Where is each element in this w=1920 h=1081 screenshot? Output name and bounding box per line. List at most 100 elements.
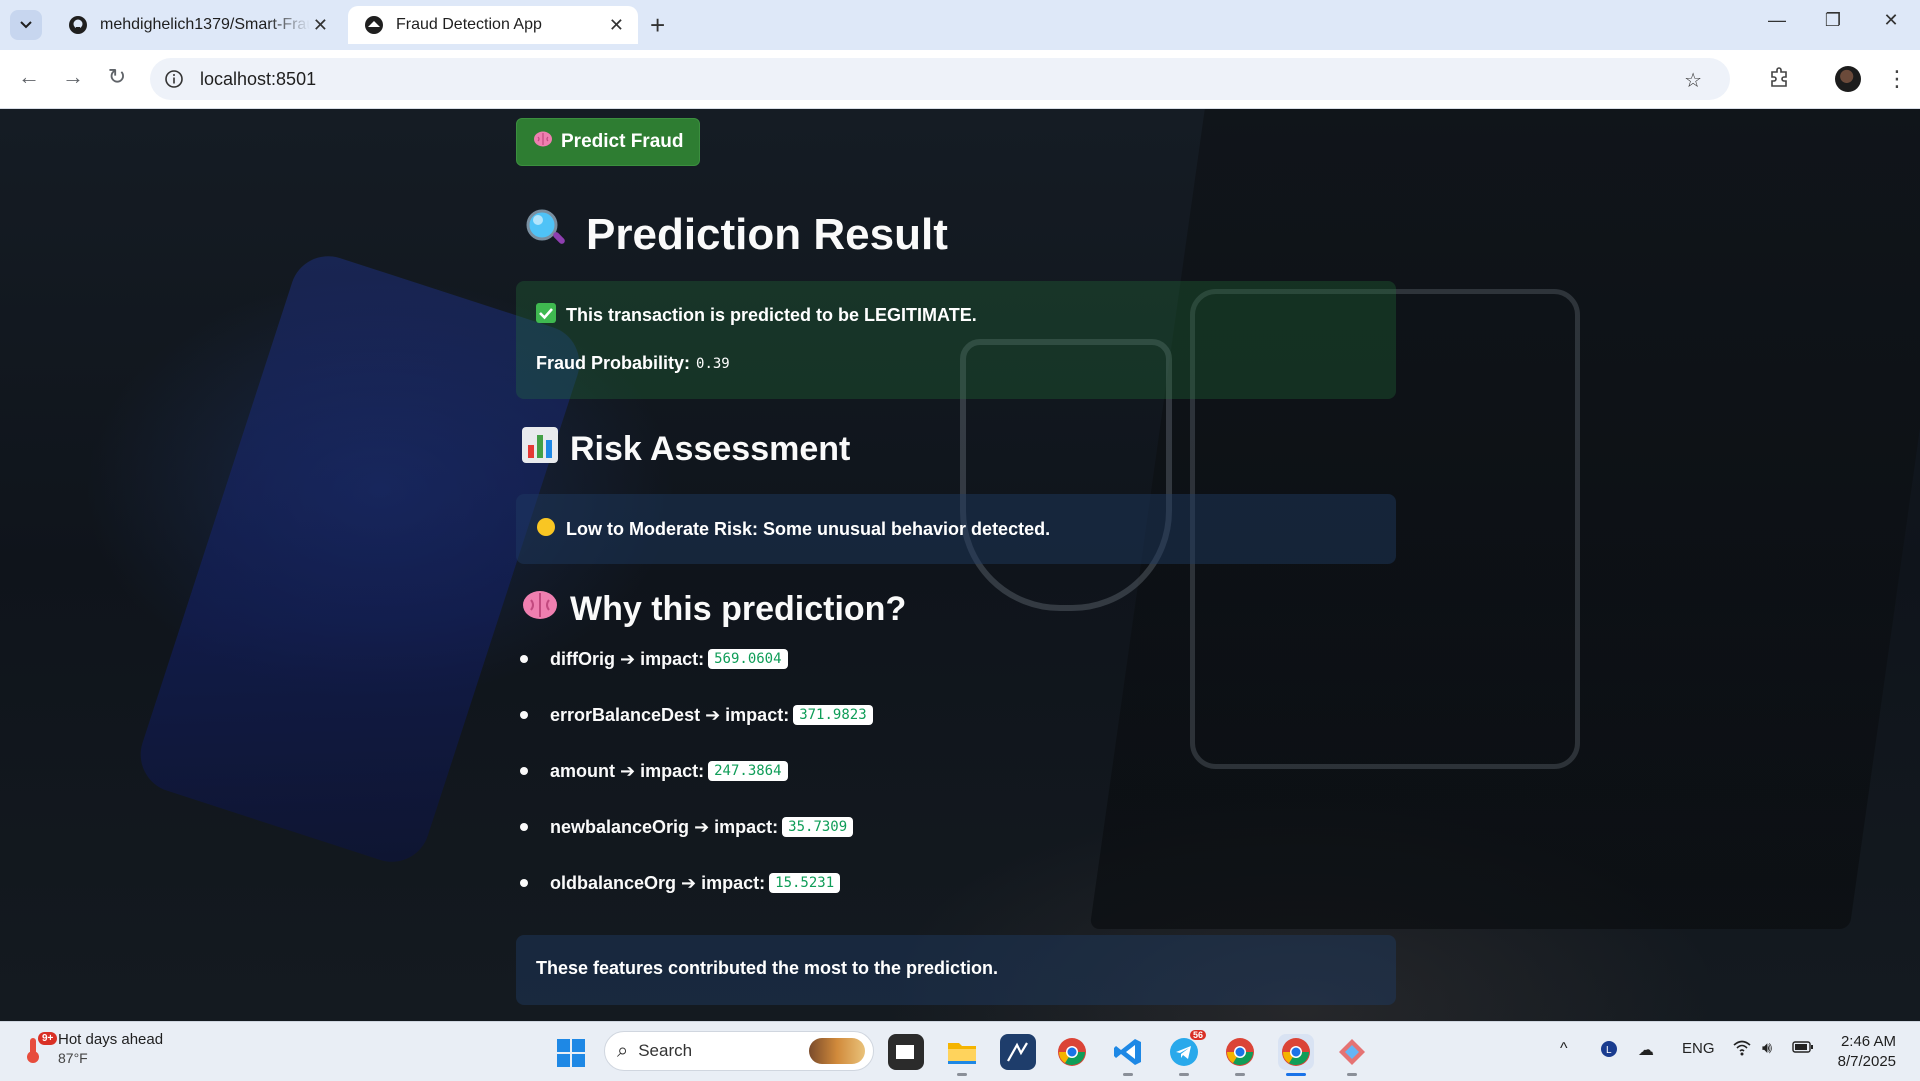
- svg-text:L: L: [1606, 1045, 1612, 1056]
- success-alert: This transaction is predicted to be LEGI…: [516, 281, 1396, 399]
- bullet-dot: [520, 879, 528, 887]
- predict-fraud-button[interactable]: Predict Fraud: [516, 118, 701, 166]
- volume-icon[interactable]: 🔊︎: [1762, 1040, 1772, 1058]
- feature-name: newbalanceOrig: [550, 816, 690, 837]
- search-icon: ⌕: [617, 1039, 629, 1062]
- thermometer-icon: 9+: [22, 1032, 58, 1064]
- feature-impact-label: ➔ impact:: [705, 704, 790, 725]
- vscode-icon[interactable]: [1110, 1034, 1146, 1076]
- site-info-icon[interactable]: [164, 69, 184, 89]
- new-tab-plus-icon[interactable]: +: [650, 10, 665, 40]
- prediction-result-text: Prediction Result: [586, 209, 948, 259]
- risk-message-row: Low to Moderate Risk: Some unusual behav…: [536, 517, 1050, 542]
- why-prediction-text: Why this prediction?: [570, 590, 907, 628]
- sql-tool-icon[interactable]: [1000, 1034, 1036, 1070]
- bullet-dot: [520, 655, 528, 663]
- notification-badge: 9+: [38, 1032, 58, 1045]
- forward-arrow-icon[interactable]: →: [58, 64, 88, 90]
- why-prediction-heading: Why this prediction?: [522, 589, 906, 630]
- list-item: newbalanceOrig ➔ impact: 35.7309: [520, 812, 854, 842]
- feature-name: oldbalanceOrg: [550, 872, 677, 893]
- list-item: diffOrig ➔ impact: 569.0604: [520, 644, 788, 674]
- system-clock[interactable]: 2:46 AM 8/7/2025: [1826, 1032, 1896, 1072]
- fraud-probability-row: Fraud Probability: 0.39: [536, 353, 730, 374]
- footer-info-alert: These features contributed the most to t…: [516, 935, 1396, 1005]
- restore-icon[interactable]: ❐: [1818, 10, 1848, 31]
- footer-message: These features contributed the most to t…: [536, 958, 999, 978]
- weather-widget[interactable]: 9+ Hot days ahead 87°F: [22, 1030, 163, 1068]
- bar-chart-icon: [522, 427, 558, 472]
- magnifying-glass-icon: [524, 207, 568, 262]
- bullet-dot: [520, 711, 528, 719]
- chrome-active-icon[interactable]: [1278, 1034, 1314, 1076]
- risk-info-alert: Low to Moderate Risk: Some unusual behav…: [516, 494, 1396, 564]
- tab-github[interactable]: mehdighelich1379/Smart-Fraud-Detection ✕: [52, 6, 342, 44]
- success-message-row: This transaction is predicted to be LEGI…: [536, 303, 977, 328]
- prediction-result-heading: Prediction Result: [524, 207, 948, 262]
- check-mark-icon: [536, 303, 556, 328]
- app-tray-icon[interactable]: L: [1600, 1040, 1618, 1063]
- browser-menu-icon[interactable]: ⋮: [1886, 66, 1908, 92]
- bullet-dot: [520, 823, 528, 831]
- search-label: Search: [638, 1041, 693, 1060]
- brain-icon: [522, 589, 558, 630]
- feature-impact-value: 371.9823: [793, 705, 873, 725]
- risk-assessment-heading: Risk Assessment: [522, 427, 850, 472]
- feature-impact-value: 247.3864: [708, 761, 788, 781]
- minimize-icon[interactable]: —: [1762, 10, 1792, 31]
- bookmark-star-icon[interactable]: ☆: [1684, 68, 1702, 93]
- browser-toolbar: ← → ↻ localhost:8501 ☆ ⋮: [0, 50, 1920, 109]
- reload-icon[interactable]: ↻: [102, 64, 132, 90]
- footer-message-row: These features contributed the most to t…: [536, 958, 998, 979]
- yellow-circle-icon: [536, 517, 556, 542]
- brain-icon: [533, 130, 553, 154]
- bullet-dot: [520, 767, 528, 775]
- telegram-badge: 56: [1189, 1030, 1206, 1040]
- url-text: localhost:8501: [200, 68, 317, 89]
- windows-start-icon[interactable]: [556, 1038, 586, 1068]
- file-explorer-icon[interactable]: [944, 1034, 980, 1076]
- feature-impact-value: 35.7309: [782, 817, 854, 837]
- weather-temp: 87°F: [58, 1050, 88, 1066]
- tab-title: Fraud Detection App: [396, 16, 542, 33]
- clock-date: 8/7/2025: [1837, 1053, 1896, 1070]
- risk-assessment-text: Risk Assessment: [570, 430, 851, 468]
- search-highlight-image: [809, 1038, 865, 1064]
- feature-name: amount: [550, 760, 615, 781]
- battery-icon[interactable]: [1792, 1040, 1814, 1059]
- feature-impact-label: ➔ impact:: [694, 816, 779, 837]
- feature-impact-label: ➔ impact:: [681, 872, 766, 893]
- chrome-profile-icon[interactable]: [1222, 1034, 1258, 1076]
- windows-taskbar: 9+ Hot days ahead 87°F ⌕ Search 56 ^ L ☁…: [0, 1021, 1920, 1081]
- close-window-icon[interactable]: ✕: [1876, 10, 1906, 31]
- tab-search-chevron-icon[interactable]: [10, 10, 42, 40]
- app-page: Predict Fraud Prediction Result This tra…: [0, 109, 1920, 1021]
- list-item: oldbalanceOrg ➔ impact: 15.5231: [520, 868, 841, 898]
- fraud-probability-value: 0.39: [696, 355, 730, 372]
- gemini-app-icon[interactable]: [1334, 1034, 1370, 1076]
- task-view-icon[interactable]: [888, 1034, 924, 1070]
- feature-name: diffOrig: [550, 648, 615, 669]
- wifi-icon[interactable]: [1732, 1040, 1752, 1061]
- chrome-icon[interactable]: [1054, 1034, 1090, 1070]
- close-tab-icon[interactable]: ✕: [609, 15, 624, 36]
- telegram-icon[interactable]: 56: [1166, 1030, 1206, 1076]
- back-arrow-icon[interactable]: ←: [14, 64, 44, 90]
- feature-impact-label: ➔ impact:: [620, 648, 705, 669]
- github-icon: [68, 15, 88, 35]
- extensions-puzzle-icon[interactable]: [1768, 66, 1790, 94]
- success-message: This transaction is predicted to be LEGI…: [566, 305, 977, 325]
- language-indicator[interactable]: ENG: [1682, 1040, 1715, 1057]
- clock-time: 2:46 AM: [1840, 1033, 1896, 1050]
- show-hidden-icons-chevron-icon[interactable]: ^: [1560, 1040, 1568, 1058]
- feature-impact-value: 569.0604: [708, 649, 788, 669]
- taskbar-search[interactable]: ⌕ Search: [604, 1031, 874, 1071]
- profile-avatar[interactable]: [1835, 66, 1861, 92]
- fraud-probability-label: Fraud Probability:: [536, 353, 691, 373]
- address-bar[interactable]: localhost:8501 ☆: [150, 58, 1730, 100]
- tab-fraud-detection-app[interactable]: Fraud Detection App ✕: [348, 6, 638, 44]
- close-tab-icon[interactable]: ✕: [313, 15, 328, 36]
- onedrive-offline-icon[interactable]: ☁: [1638, 1040, 1654, 1060]
- risk-message: Low to Moderate Risk: Some unusual behav…: [566, 519, 1051, 539]
- browser-tab-strip: mehdighelich1379/Smart-Fraud-Detection ✕…: [0, 0, 1920, 50]
